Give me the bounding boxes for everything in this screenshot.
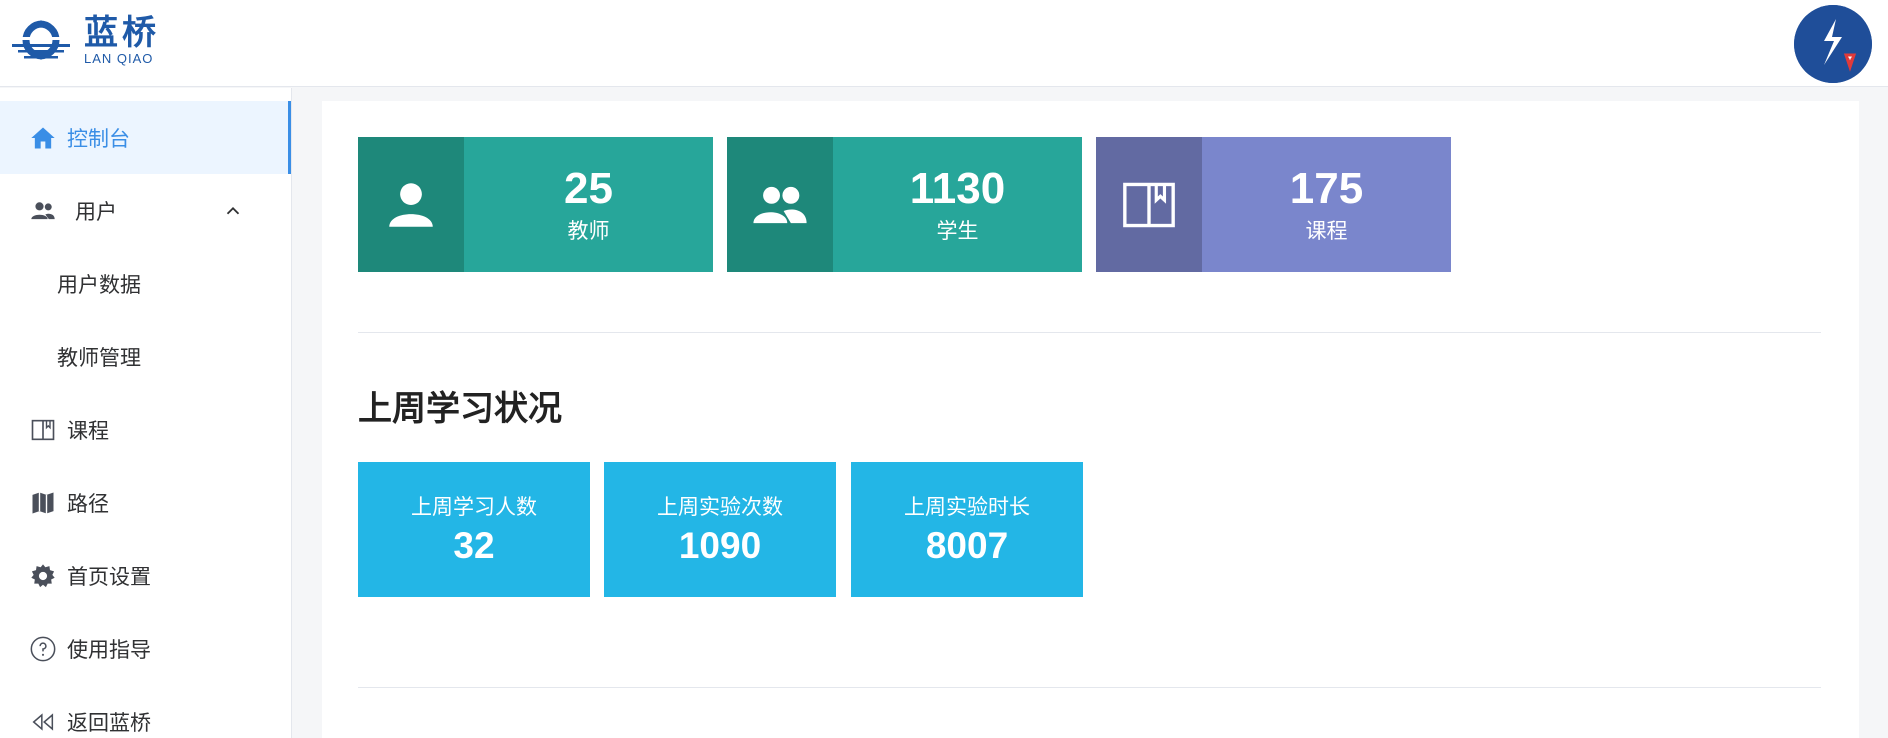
week-card-value: 1090 [678, 524, 762, 566]
teacher-label: 教师 [567, 218, 610, 243]
sidebar-item-label: 教师管理 [57, 345, 141, 370]
stat-card-teachers[interactable]: 25 教师 [358, 137, 713, 272]
user-icon [389, 182, 433, 227]
map-icon [28, 488, 58, 518]
sidebar-item-label: 用户数据 [57, 272, 141, 297]
sidebar-item-label: 使用指导 [67, 637, 151, 662]
last-week-section-title: 上周学习状况 [358, 389, 562, 429]
week-card-label: 上周学习人数 [411, 494, 537, 519]
sidebar-item-label: 用户 [75, 199, 117, 224]
student-label: 学生 [936, 218, 979, 243]
sidebar-menu: 控制台 用户 用户数据 教师管理 课程 路径 首页设置 使用指导 返回蓝桥 [0, 88, 292, 738]
student-count: 1130 [909, 163, 1006, 213]
sidebar-item-label: 控制台 [67, 126, 130, 151]
dashboard-content: 25 教师 1130 学生 175 课程 上周学习状况 上周学习人数 32 上周… [322, 101, 1859, 738]
stat-card-courses[interactable]: 175 课程 [1096, 137, 1451, 272]
sidebar-item-user-data[interactable]: 用户数据 [0, 247, 291, 320]
chevron-up-icon[interactable] [222, 200, 244, 222]
home-icon [28, 123, 58, 153]
sidebar-item-teacher-management[interactable]: 教师管理 [0, 320, 291, 393]
users-icon [753, 186, 807, 223]
week-card-learners[interactable]: 上周学习人数 32 [358, 462, 590, 597]
week-card-label: 上周实验次数 [657, 494, 783, 519]
section-divider [358, 687, 1821, 688]
sidebar-item-label: 首页设置 [67, 564, 151, 589]
section-divider [358, 332, 1821, 333]
sidebar-item-label: 课程 [67, 418, 109, 443]
top-header: 蓝桥 LAN QIAO [0, 0, 1888, 87]
sidebar-item-paths[interactable]: 路径 [0, 466, 291, 539]
week-card-value: 8007 [925, 524, 1009, 566]
lanqiao-logo-mark-icon [12, 20, 70, 60]
week-card-label: 上周实验时长 [904, 494, 1030, 519]
course-count: 175 [1289, 163, 1364, 213]
logo-english-text: LAN QIAO [84, 51, 154, 66]
lanqiao-logo[interactable]: 蓝桥 LAN QIAO [8, 14, 160, 66]
sidebar-item-guide[interactable]: 使用指导 [0, 612, 291, 685]
sidebar-item-back-to-lanqiao[interactable]: 返回蓝桥 [0, 685, 291, 738]
sidebar-item-label: 返回蓝桥 [67, 710, 151, 735]
logo-chinese-text: 蓝桥 [84, 13, 160, 53]
book-icon [1123, 182, 1175, 227]
sidebar-item-dashboard[interactable]: 控制台 [0, 101, 291, 174]
week-card-value: 32 [453, 524, 495, 566]
week-card-experiments[interactable]: 上周实验次数 1090 [604, 462, 836, 597]
stat-card-students[interactable]: 1130 学生 [727, 137, 1082, 272]
user-avatar[interactable] [1794, 5, 1872, 83]
users-icon [28, 196, 58, 226]
book-icon [28, 415, 58, 445]
sidebar-item-courses[interactable]: 课程 [0, 393, 291, 466]
sidebar-item-home-settings[interactable]: 首页设置 [0, 539, 291, 612]
teacher-count: 25 [564, 163, 613, 213]
course-label: 课程 [1305, 218, 1348, 243]
avatar-logo-icon [1794, 5, 1872, 83]
week-card-experiment-duration[interactable]: 上周实验时长 8007 [851, 462, 1083, 597]
gear-icon [28, 561, 58, 591]
sidebar-item-label: 路径 [67, 491, 109, 516]
help-circle-icon [28, 634, 58, 664]
sidebar-item-users[interactable]: 用户 [0, 174, 291, 247]
back-arrows-icon [28, 707, 58, 737]
